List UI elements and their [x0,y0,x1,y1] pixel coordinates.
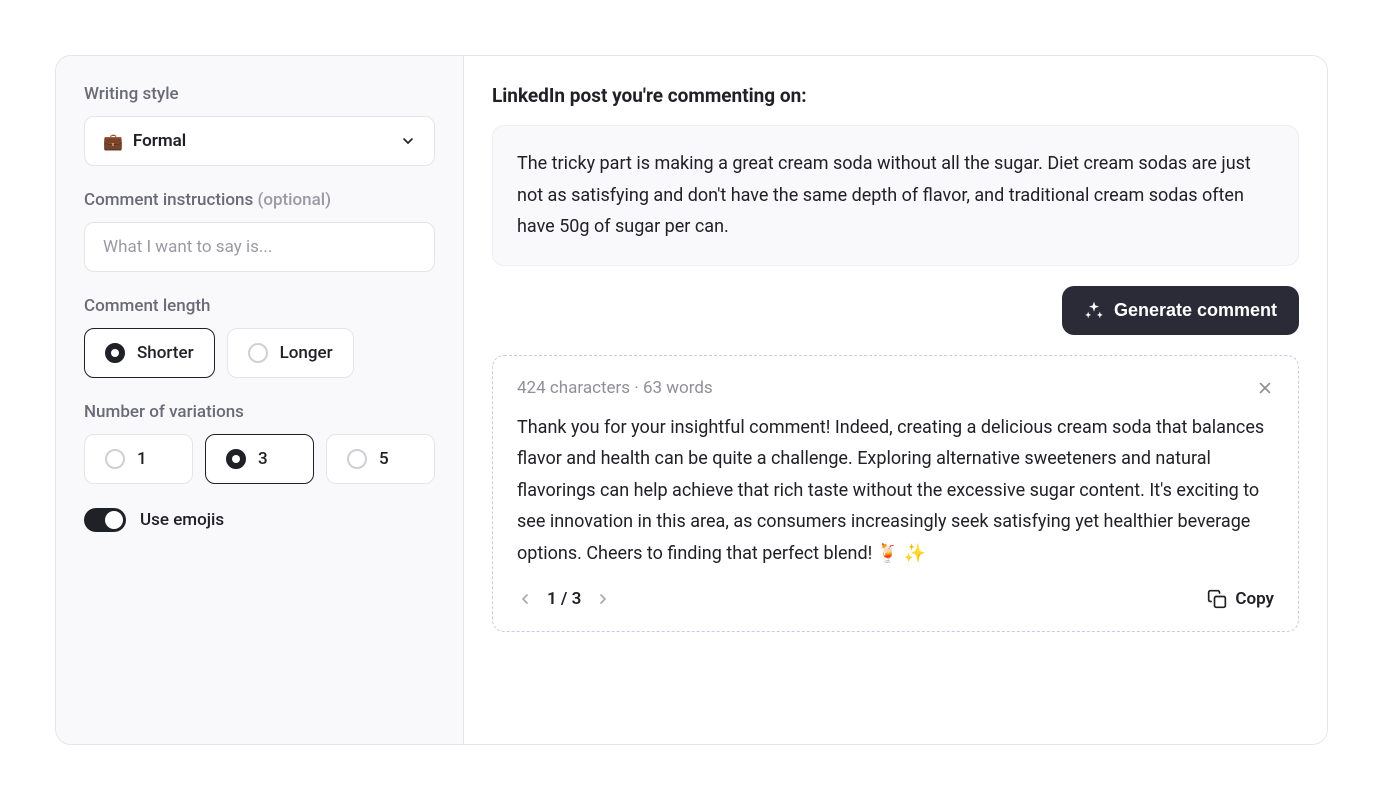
main-title: LinkedIn post you're commenting on: [492,84,1299,107]
radio-icon [347,449,367,469]
variations-group: 1 3 5 [84,434,435,484]
length-shorter-label: Shorter [137,343,194,363]
length-longer-label: Longer [280,343,333,363]
result-footer: 1 / 3 Copy [517,589,1274,609]
pager-next-button[interactable] [595,591,611,607]
result-box: 424 characters · 63 words Thank you for … [492,355,1299,633]
copy-button[interactable]: Copy [1207,589,1274,609]
emojis-label: Use emojis [140,510,224,530]
generate-row: Generate comment [492,286,1299,335]
variations-1-option[interactable]: 1 [84,434,193,484]
writing-style-select[interactable]: 💼 Formal [84,116,435,166]
result-stats: 424 characters · 63 words [517,378,713,398]
copy-label: Copy [1235,589,1274,609]
length-group: Shorter Longer [84,328,435,378]
length-label: Comment length [84,296,435,316]
variations-5-label: 5 [379,449,389,469]
radio-icon [226,449,246,469]
main-panel: LinkedIn post you're commenting on: The … [464,56,1327,744]
radio-icon [248,343,268,363]
result-pager: 1 / 3 [517,589,611,609]
sparkles-icon [1084,300,1104,320]
instructions-optional-text: (optional) [257,190,331,210]
variations-3-label: 3 [258,449,268,469]
pager-prev-button[interactable] [517,591,533,607]
linkedin-post-box: The tricky part is making a great cream … [492,125,1299,266]
instructions-input[interactable] [84,222,435,272]
radio-icon [105,343,125,363]
sidebar: Writing style 💼 Formal Comment instructi… [56,56,464,744]
radio-icon [105,449,125,469]
chevron-right-icon [595,591,611,607]
writing-style-text: Formal [133,131,186,151]
generate-button-label: Generate comment [1114,300,1277,321]
instructions-label-text: Comment instructions [84,190,257,210]
length-longer-option[interactable]: Longer [227,328,354,378]
app-container: Writing style 💼 Formal Comment instructi… [55,55,1328,745]
copy-icon [1207,589,1227,609]
generate-comment-button[interactable]: Generate comment [1062,286,1299,335]
emojis-toggle-row: Use emojis [84,508,435,532]
writing-style-label: Writing style [84,84,435,104]
close-icon [1256,379,1274,397]
chevron-down-icon [400,133,416,149]
result-header: 424 characters · 63 words [517,378,1274,398]
pager-text: 1 / 3 [547,589,581,609]
length-shorter-option[interactable]: Shorter [84,328,215,378]
chevron-left-icon [517,591,533,607]
result-text: Thank you for your insightful comment! I… [517,412,1274,570]
variations-label: Number of variations [84,402,435,422]
close-result-button[interactable] [1256,379,1274,397]
emojis-toggle[interactable] [84,508,126,532]
variations-3-option[interactable]: 3 [205,434,314,484]
briefcase-icon: 💼 [103,132,123,151]
writing-style-value: 💼 Formal [103,131,186,151]
variations-5-option[interactable]: 5 [326,434,435,484]
instructions-label: Comment instructions (optional) [84,190,435,210]
variations-1-label: 1 [137,449,147,469]
